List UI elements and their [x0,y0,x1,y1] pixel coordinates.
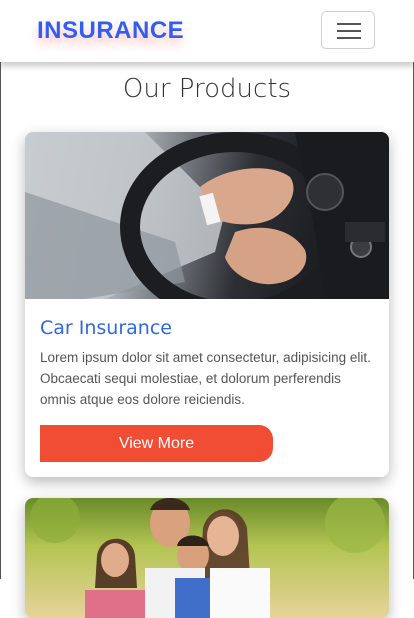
section-title: Our Products [122,74,292,104]
menu-toggle-button[interactable] [321,11,375,49]
card-title: Car Insurance [40,317,172,339]
card-text: Lorem ipsum dolor sit amet consectetur, … [40,350,371,407]
navbar: INSURANCE [0,0,414,62]
view-more-button[interactable]: View More [40,425,273,462]
brand-logo[interactable]: INSURANCE [37,17,184,45]
family-insurance-image [25,498,389,618]
product-card-car: Car Insurance Lorem ipsum dolor sit amet… [25,132,389,477]
page-border-left [0,62,1,579]
product-card-family [25,498,389,618]
hamburger-icon-line [337,37,361,39]
car-insurance-image [25,132,389,299]
hamburger-icon [337,23,361,25]
hamburger-icon-line [337,30,361,32]
